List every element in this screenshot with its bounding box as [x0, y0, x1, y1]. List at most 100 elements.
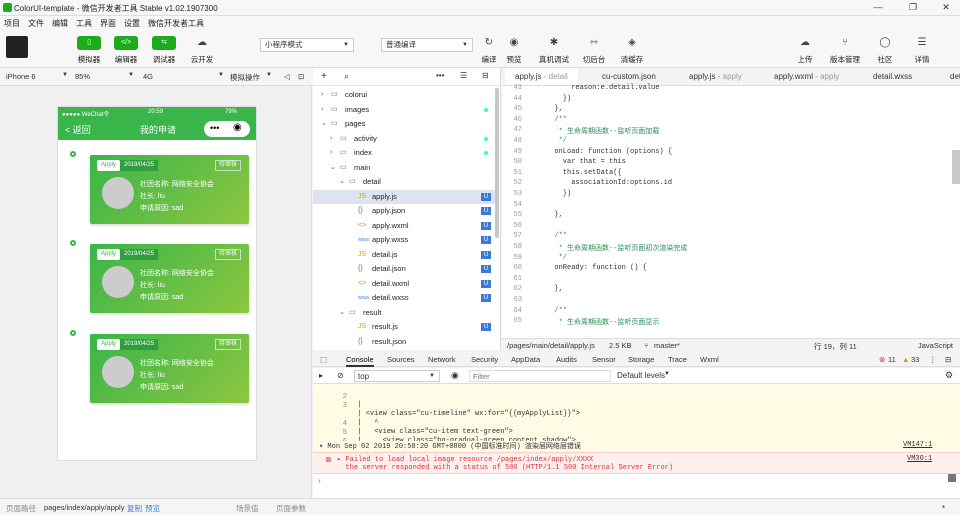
more-icon[interactable]: •••	[436, 71, 444, 80]
file-item[interactable]: <> detail.wxml U	[313, 277, 499, 291]
clear-console-icon[interactable]: ⊘	[337, 371, 344, 380]
menu-project[interactable]: 项目	[4, 18, 20, 29]
menu-edit[interactable]: 编辑	[52, 18, 68, 29]
tab-wxml[interactable]: Wxml	[700, 355, 719, 364]
error-count[interactable]: 11	[888, 355, 896, 364]
tab-storage[interactable]: Storage	[628, 355, 654, 364]
tab-network[interactable]: Network	[428, 355, 456, 364]
network-select[interactable]: 4G	[143, 72, 153, 81]
log-levels-select[interactable]: Default levels	[617, 371, 665, 380]
folder-item[interactable]: › ▭ activity	[313, 132, 499, 146]
real-debug-button[interactable]: ✱ 真机调试	[534, 36, 574, 65]
file-item[interactable]: JS apply.js U	[313, 189, 499, 204]
details-button[interactable]: ☰ 详情	[902, 36, 942, 65]
split-icon[interactable]: ⊟	[482, 71, 489, 80]
apply-card[interactable]: Apply 2019/04/25 待审核 社团名称: 网络安全协会 社长: li…	[90, 155, 249, 224]
cloud-dev-button[interactable]: ☁ 云开发	[182, 36, 222, 65]
filter-input[interactable]	[469, 370, 611, 382]
menu-tools[interactable]: 工具	[76, 18, 92, 29]
eye-icon[interactable]: ◉	[451, 370, 459, 381]
tab-appdata[interactable]: AppData	[511, 355, 540, 364]
editor-tab[interactable]: apply.js - apply	[679, 68, 752, 85]
maximize-icon[interactable]: ❐	[903, 2, 923, 13]
more-icon[interactable]: •••	[210, 123, 219, 133]
file-item[interactable]: JS result.js U	[313, 320, 499, 334]
source-link[interactable]: VM30:1	[907, 455, 947, 463]
tab-sources[interactable]: Sources	[387, 355, 415, 364]
gear-icon[interactable]: ⚙	[945, 370, 953, 381]
editor-tab[interactable]: apply.wxml - apply	[764, 68, 849, 85]
detach-icon[interactable]: ⊡	[298, 72, 304, 81]
prompt-icon[interactable]: ›	[318, 476, 321, 485]
scrollbar[interactable]	[495, 88, 499, 238]
file-item[interactable]: JS detail.js U	[313, 248, 499, 262]
tab-trace[interactable]: Trace	[668, 355, 687, 364]
close-icon[interactable]: ✕	[936, 2, 956, 13]
preview-link[interactable]: 预览	[145, 503, 160, 514]
folder-item[interactable]: › ▭ colorui	[313, 88, 499, 102]
folder-item[interactable]: › ▭ images	[313, 103, 499, 117]
editor-button[interactable]: </> 编辑器	[106, 36, 146, 65]
console-group[interactable]: ▾ Mon Sep 02 2019 20:58:20 GMT+0800 (中国标…	[313, 441, 960, 452]
apply-card[interactable]: Apply 2019/04/25 待审核 社团名称: 网络安全协会 社长: li…	[90, 334, 249, 403]
copy-link[interactable]: 复制	[127, 503, 142, 514]
notification-icon[interactable]: ◔	[940, 502, 945, 512]
code-editor[interactable]: 43 reason:e.detail.value 44 }) 45 }, 46 /**…	[502, 84, 960, 338]
community-button[interactable]: ◯ 社区	[865, 36, 905, 65]
menu-settings[interactable]: 设置	[124, 18, 140, 29]
minimize-icon[interactable]: —	[868, 2, 888, 12]
cut-background-button[interactable]: ⇿ 切后台	[574, 36, 614, 65]
device-select[interactable]: iPhone 6	[6, 72, 36, 81]
close-circle-icon[interactable]: ◉	[233, 122, 242, 133]
scroll-end-icon[interactable]	[948, 474, 956, 482]
zoom-select[interactable]: 85%	[75, 72, 90, 81]
search-icon[interactable]: ⌕	[344, 71, 349, 82]
folder-item[interactable]: ⌄ ▭ pages	[313, 117, 499, 131]
debugger-button[interactable]: ⇆ 调试器	[144, 36, 184, 65]
sidebar-icon[interactable]: ▸	[319, 371, 323, 380]
version-button[interactable]: ⑂ 版本管理	[825, 36, 865, 65]
file-item[interactable]: wxss detail.wxss U	[313, 291, 499, 305]
list-icon[interactable]: ☰	[460, 71, 467, 80]
file-item[interactable]: {} result.json	[313, 335, 499, 349]
apply-card[interactable]: Apply 2019/04/25 待审核 社团名称: 网络安全协会 社长: li…	[90, 244, 249, 313]
file-item[interactable]: wxss apply.wxss U	[313, 233, 499, 247]
warning-count[interactable]: 33	[911, 355, 919, 364]
clear-cache-button[interactable]: ◈ 清缓存	[612, 36, 652, 65]
inspect-icon[interactable]: ⬚	[320, 355, 327, 364]
source-link[interactable]: VM147:1	[903, 441, 932, 449]
mode-select[interactable]: 小程序模式 ▼	[260, 38, 354, 52]
file-item[interactable]: <> apply.wxml U	[313, 219, 499, 233]
folder-item[interactable]: ⌄ ▭ main	[313, 161, 499, 175]
git-branch[interactable]: master*	[654, 341, 680, 350]
context-select[interactable]: top ▼	[354, 370, 440, 382]
more-icon[interactable]: ⋮	[929, 355, 937, 364]
preview-button[interactable]: ◉ 预览	[494, 36, 534, 65]
menu-view[interactable]: 界面	[100, 18, 116, 29]
folder-item[interactable]: › ▭ index	[313, 146, 499, 160]
folder-item[interactable]: ⌄ ▭ detail	[313, 175, 499, 189]
tab-sensor[interactable]: Sensor	[592, 355, 616, 364]
upload-button[interactable]: ☁ 上传	[785, 36, 825, 65]
file-item[interactable]: {} detail.json U	[313, 262, 499, 276]
menu-file[interactable]: 文件	[28, 18, 44, 29]
simulator-button[interactable]: ▯ 模拟器	[69, 36, 109, 65]
language-mode[interactable]: JavaScript	[918, 341, 953, 350]
tab-security[interactable]: Security	[471, 355, 498, 364]
tab-audits[interactable]: Audits	[556, 355, 577, 364]
back-button[interactable]: < 返回	[65, 123, 91, 136]
dock-icon[interactable]: ⊟	[945, 355, 951, 364]
file-item[interactable]: {} apply.json U	[313, 204, 499, 218]
editor-tab[interactable]: deta	[940, 68, 960, 85]
simulate-action-select[interactable]: 模拟操作	[230, 72, 260, 83]
scrollbar[interactable]	[952, 150, 960, 184]
tab-console[interactable]: Console	[346, 355, 374, 367]
capsule-button[interactable]: ••• ◉	[204, 121, 250, 137]
volume-icon[interactable]: ◁	[284, 72, 290, 81]
add-icon[interactable]: +	[321, 71, 327, 82]
page-params[interactable]: 页面参数	[276, 503, 306, 514]
cursor-position[interactable]: 行 19，列 11	[814, 341, 857, 352]
menu-wechat-devtools[interactable]: 微信开发者工具	[148, 18, 204, 29]
scene-value[interactable]: 场景值	[236, 503, 259, 514]
avatar[interactable]	[6, 36, 28, 58]
